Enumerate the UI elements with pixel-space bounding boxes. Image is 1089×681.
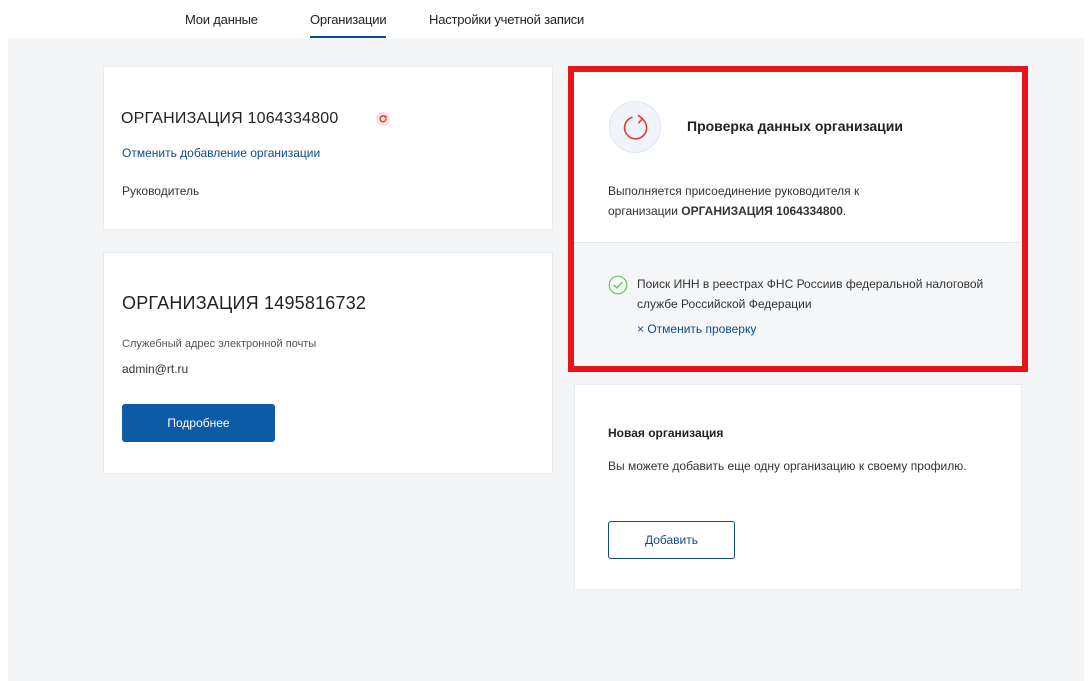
new-org-title: Новая организация [608,426,724,440]
org-2-title: ОРГАНИЗАЦИЯ 1495816732 [122,293,367,313]
new-org-text: Вы можете добавить еще одну организацию … [608,459,967,473]
pending-refresh-icon [376,112,390,126]
tab-organizations[interactable]: Организации [310,12,387,38]
org-1-role: Руководитель [122,184,200,198]
tab-my-data[interactable]: Мои данные [185,12,258,27]
add-org-button[interactable]: Добавить [608,521,735,559]
org-1-title: ОРГАНИЗАЦИЯ 1064334800 [121,110,339,127]
new-org-card [574,384,1022,590]
email-label: Служебный адрес электронной почты [122,338,317,350]
cancel-org-add-link[interactable]: Отменить добавление организации [122,146,320,160]
highlight-frame [568,66,1028,372]
email-value: admin@rt.ru [122,362,189,376]
top-tabs: Мои данные Организации Настройки учетной… [0,0,1089,38]
details-button[interactable]: Подробнее [122,404,275,442]
tab-account-settings[interactable]: Настройки учетной записи [429,12,584,27]
